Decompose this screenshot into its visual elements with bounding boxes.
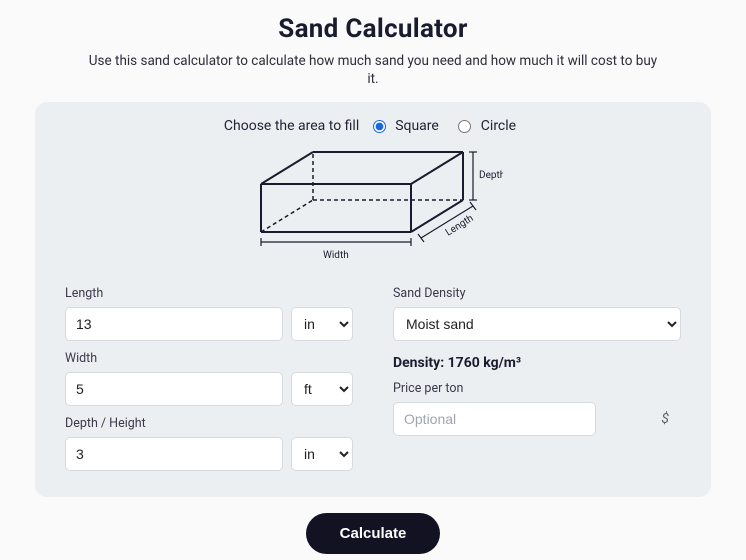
- sand-density-select[interactable]: Dry sandMoist sandWet sandPacked sand: [393, 307, 681, 341]
- shape-chooser: Choose the area to fill Square Circle: [65, 118, 681, 134]
- depth-label: Depth / Height: [65, 416, 353, 431]
- diagram-depth-label: Depth: [479, 170, 503, 181]
- shape-prompt: Choose the area to fill: [224, 118, 359, 134]
- calculate-button[interactable]: Calculate: [306, 513, 441, 554]
- currency-symbol: $: [661, 411, 669, 427]
- density-value: 1760 kg/m³: [448, 355, 522, 371]
- box-diagram: Depth Length Width: [65, 142, 681, 272]
- sand-density-label: Sand Density: [393, 286, 681, 301]
- length-input[interactable]: [65, 307, 283, 341]
- length-unit-select[interactable]: inftcmm: [291, 307, 353, 341]
- page-subtitle: Use this sand calculator to calculate ho…: [88, 52, 658, 88]
- diagram-length-label: Length: [444, 213, 476, 239]
- page-title: Sand Calculator: [278, 14, 467, 44]
- shape-label-circle: Circle: [481, 118, 516, 134]
- density-prefix: Density:: [393, 355, 448, 371]
- material-column: Sand Density Dry sandMoist sandWet sandP…: [393, 286, 681, 471]
- diagram-width-label: Width: [323, 250, 349, 261]
- price-label: Price per ton: [393, 381, 681, 396]
- width-input[interactable]: [65, 372, 283, 406]
- density-readout: Density: 1760 kg/m³: [393, 355, 681, 371]
- width-label: Width: [65, 351, 353, 366]
- depth-input[interactable]: [65, 437, 283, 471]
- shape-radio-circle[interactable]: [458, 120, 471, 133]
- depth-unit-select[interactable]: inftcmm: [291, 437, 353, 471]
- length-label: Length: [65, 286, 353, 301]
- width-unit-select[interactable]: inftcmm: [291, 372, 353, 406]
- calculator-card: Choose the area to fill Square Circle: [35, 102, 711, 497]
- shape-radio-square[interactable]: [373, 120, 386, 133]
- dimensions-column: Length inftcmm Width inftcmm Depth / Hei…: [65, 286, 353, 471]
- price-input[interactable]: [393, 402, 596, 436]
- shape-label-square: Square: [395, 118, 439, 134]
